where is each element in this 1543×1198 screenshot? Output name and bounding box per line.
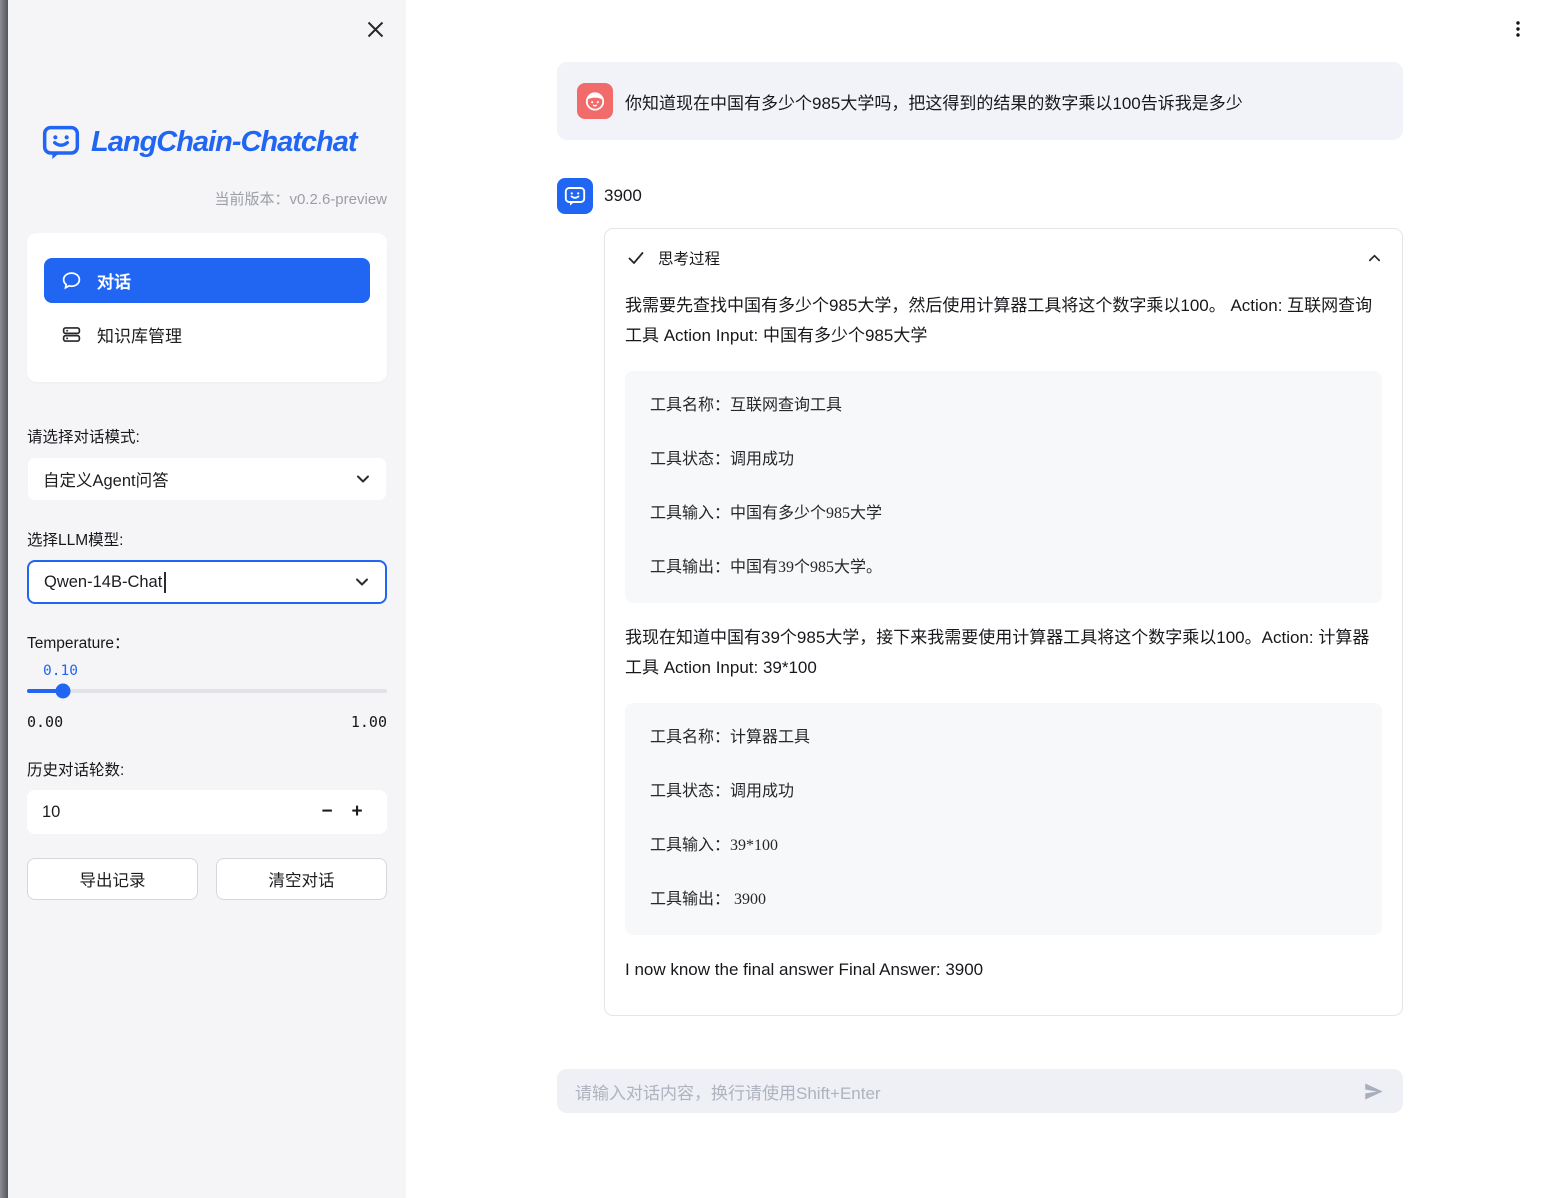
clear-dialogue-button[interactable]: 清空对话 [216, 858, 387, 900]
brand-name: LangChain-Chatchat [91, 126, 357, 159]
user-face-icon [583, 89, 607, 113]
chevron-down-icon [354, 574, 370, 590]
bot-chat-icon [563, 184, 587, 208]
dialog-mode-label: 请选择对话模式: [27, 425, 387, 447]
tool-line: 工具名称：计算器工具 [650, 725, 1357, 751]
kebab-menu-icon [1509, 20, 1527, 38]
history-decrement-button[interactable]: − [312, 801, 342, 823]
tool-line: 工具输出：中国有39个985大学。 [650, 555, 1357, 581]
tool-line: 工具状态：调用成功 [650, 779, 1357, 805]
assistant-answer: 3900 [604, 178, 1403, 214]
version-label: 当前版本： [214, 191, 289, 208]
sidebar-close-button[interactable] [361, 15, 389, 43]
chat-bubble-icon [61, 270, 82, 291]
nav-card: 对话 知识库管理 [27, 233, 387, 382]
slider-range: 0.00 1.00 [27, 713, 387, 731]
nav-item-label: 对话 [97, 268, 131, 293]
tool-call-box-1: 工具名称：互联网查询工具 工具状态：调用成功 工具输入：中国有多少个985大学 … [625, 371, 1382, 603]
thought-expander-body: 我需要先查找中国有多少个985大学，然后使用计算器工具将这个数字乘以100。 A… [605, 281, 1402, 1015]
temperature-label: Temperature： [27, 631, 387, 653]
llm-model-value: Qwen-14B-Chat [44, 572, 166, 593]
thought-expander-title: 思考过程 [658, 247, 1354, 269]
send-button[interactable] [1362, 1080, 1385, 1103]
user-message: 你知道现在中国有多少个985大学吗，把这得到的结果的数字乘以100告诉我是多少 [557, 62, 1403, 140]
history-rounds-label: 历史对话轮数: [27, 758, 387, 780]
sidebar-actions: 导出记录 清空对话 [27, 858, 387, 900]
window-edge [0, 0, 8, 1198]
slider-thumb[interactable] [56, 684, 71, 699]
send-icon [1362, 1080, 1385, 1103]
llm-model-select[interactable]: Qwen-14B-Chat [27, 560, 387, 604]
tool-line: 工具输入：中国有多少个985大学 [650, 501, 1357, 527]
brand-logo-icon [41, 122, 81, 162]
assistant-avatar [557, 178, 593, 214]
user-avatar [577, 83, 613, 119]
thought-expander-header[interactable]: 思考过程 [605, 229, 1402, 281]
check-icon [627, 249, 645, 267]
brand: LangChain-Chatchat [27, 122, 387, 162]
text-cursor [164, 572, 166, 593]
history-rounds-value[interactable]: 10 [42, 803, 312, 822]
version-line: 当前版本：v0.2.6-preview [27, 188, 387, 209]
tool-line: 工具输入：39*100 [650, 833, 1357, 859]
chevron-up-icon[interactable] [1367, 251, 1382, 266]
thought-expander: 思考过程 我需要先查找中国有多少个985大学，然后使用计算器工具将这个数字乘以1… [604, 228, 1403, 1016]
tool-line: 工具输出： 3900 [650, 887, 1357, 913]
tool-line: 工具状态：调用成功 [650, 447, 1357, 473]
history-increment-button[interactable]: + [342, 801, 372, 823]
slider-track[interactable] [27, 689, 387, 693]
chat-input-placeholder: 请输入对话内容，换行请使用Shift+Enter [575, 1079, 1362, 1104]
nav-item-knowledge-base[interactable]: 知识库管理 [44, 312, 370, 357]
tool-call-box-2: 工具名称：计算器工具 工具状态：调用成功 工具输入：39*100 工具输出： 3… [625, 703, 1382, 935]
final-answer-text: I now know the final answer Final Answer… [625, 955, 1382, 985]
app-menu-button[interactable] [1503, 14, 1533, 44]
assistant-message: 3900 思考过程 我需要先查 [557, 178, 1403, 1016]
nav-item-dialogue[interactable]: 对话 [44, 258, 370, 303]
sidebar: LangChain-Chatchat 当前版本：v0.2.6-preview 对… [8, 0, 406, 1198]
main-area: 你知道现在中国有多少个985大学吗，把这得到的结果的数字乘以100告诉我是多少 … [406, 0, 1543, 1198]
chevron-down-icon [355, 471, 371, 487]
export-records-button[interactable]: 导出记录 [27, 858, 198, 900]
tool-line: 工具名称：互联网查询工具 [650, 393, 1357, 419]
temperature-value: 0.10 [43, 663, 387, 679]
nav-item-label: 知识库管理 [97, 322, 182, 347]
thought-paragraph: 我需要先查找中国有多少个985大学，然后使用计算器工具将这个数字乘以100。 A… [625, 291, 1382, 351]
history-rounds-input[interactable]: 10 − + [27, 790, 387, 834]
temperature-slider[interactable] [27, 683, 387, 699]
dialog-mode-select[interactable]: 自定义Agent问答 [27, 457, 387, 501]
chat-input[interactable]: 请输入对话内容，换行请使用Shift+Enter [557, 1069, 1403, 1113]
user-message-text: 你知道现在中国有多少个985大学吗，把这得到的结果的数字乘以100告诉我是多少 [625, 89, 1243, 114]
thought-paragraph: 我现在知道中国有39个985大学，接下来我需要使用计算器工具将这个数字乘以100… [625, 623, 1382, 683]
dialog-mode-value: 自定义Agent问答 [43, 467, 169, 491]
database-stack-icon [61, 324, 82, 345]
slider-max: 1.00 [351, 713, 387, 731]
chat-column: 你知道现在中国有多少个985大学吗，把这得到的结果的数字乘以100告诉我是多少 … [557, 0, 1403, 1016]
assistant-body: 3900 思考过程 我需要先查 [604, 178, 1403, 1016]
close-icon [366, 20, 385, 39]
version-value: v0.2.6-preview [289, 191, 387, 208]
slider-min: 0.00 [27, 713, 63, 731]
app-root: LangChain-Chatchat 当前版本：v0.2.6-preview 对… [0, 0, 1543, 1198]
llm-model-label: 选择LLM模型: [27, 528, 387, 550]
